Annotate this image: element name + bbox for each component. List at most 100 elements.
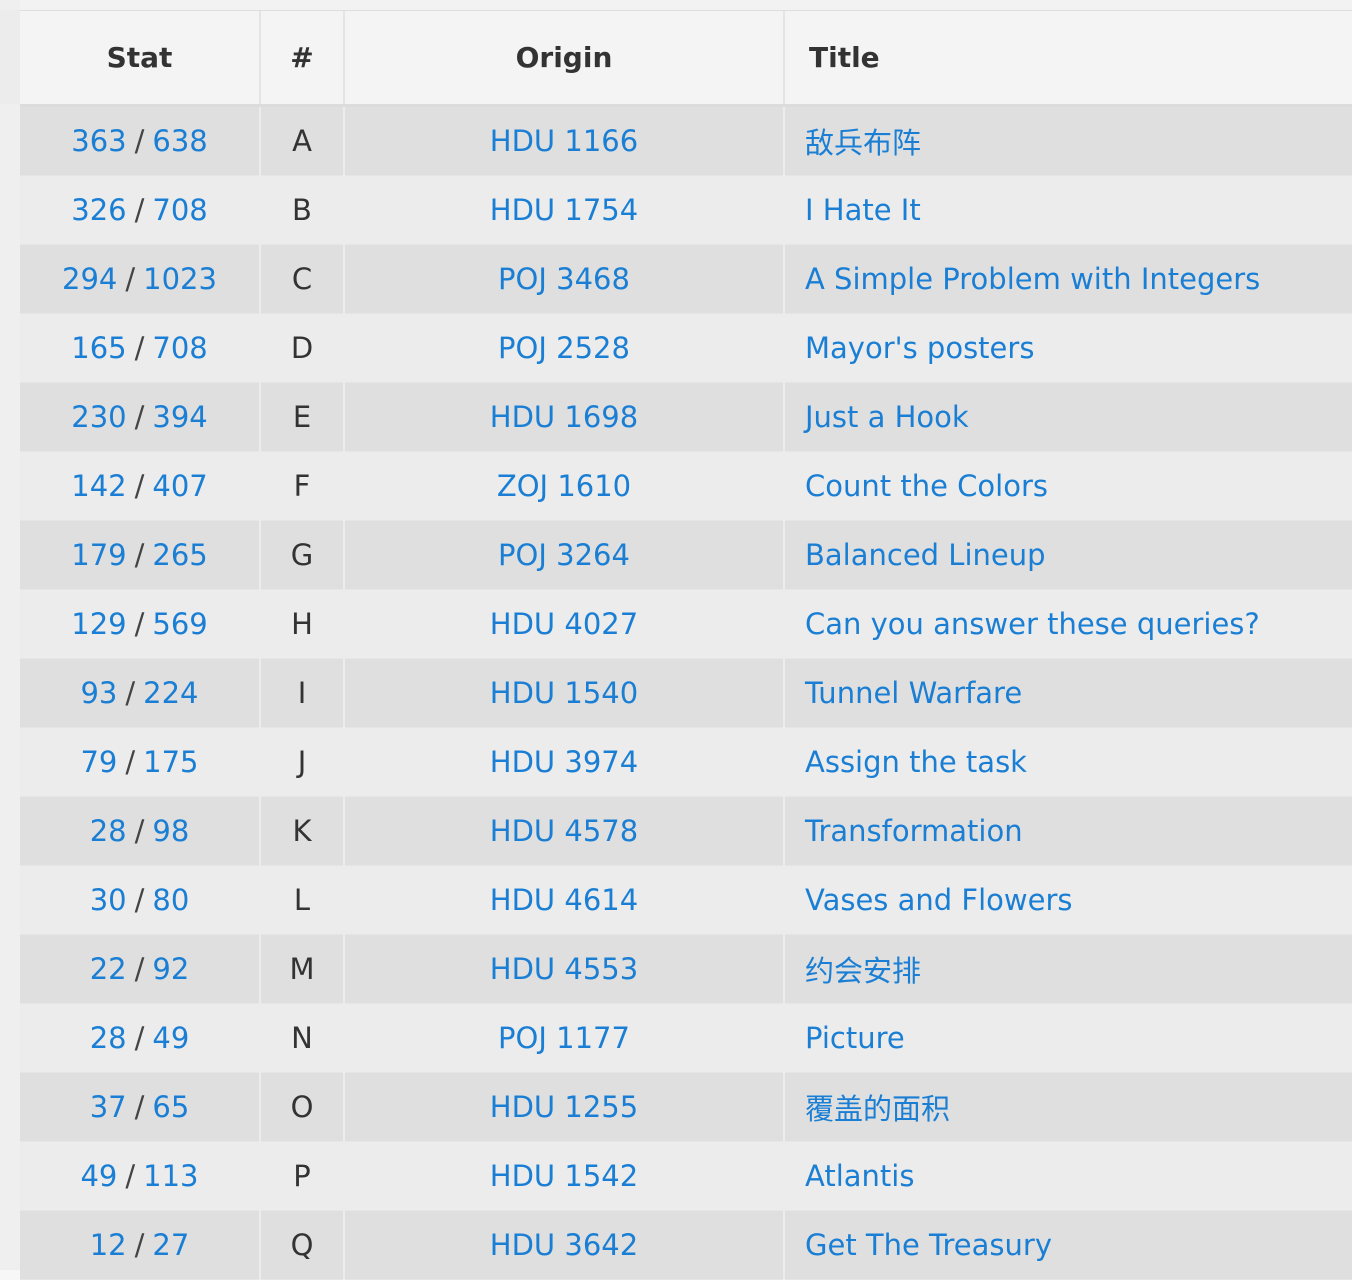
solved-count-link[interactable]: 142	[71, 469, 126, 503]
attempts-count-link[interactable]: 80	[152, 883, 189, 917]
solved-count-link[interactable]: 49	[80, 1159, 117, 1193]
attempts-count-link[interactable]: 65	[152, 1090, 189, 1124]
solved-count-link[interactable]: 22	[90, 952, 127, 986]
stat-cell: 326/708	[20, 175, 261, 245]
solved-count-link[interactable]: 30	[90, 883, 127, 917]
origin-link[interactable]: HDU 4553	[490, 952, 638, 986]
title-cell: 覆盖的面积	[784, 1072, 1352, 1142]
origin-link[interactable]: HDU 4614	[490, 883, 638, 917]
attempts-count-link[interactable]: 92	[152, 952, 189, 986]
solved-count-link[interactable]: 165	[71, 331, 126, 365]
attempts-count-link[interactable]: 98	[152, 814, 189, 848]
origin-link[interactable]: HDU 1540	[490, 676, 638, 710]
stat-separator: /	[134, 400, 145, 434]
problem-title-link[interactable]: A Simple Problem with Integers	[805, 262, 1260, 296]
attempts-count-link[interactable]: 569	[152, 607, 207, 641]
origin-cell: HDU 3974	[344, 727, 785, 797]
origin-link[interactable]: HDU 4027	[490, 607, 638, 641]
table-row: 30/80 L HDU 4614 Vases and Flowers	[20, 865, 1352, 935]
header-origin[interactable]: Origin	[344, 11, 785, 107]
origin-link[interactable]: POJ 2528	[498, 331, 630, 365]
solved-count-link[interactable]: 93	[80, 676, 117, 710]
title-cell: Assign the task	[784, 727, 1352, 797]
stat-cell: 230/394	[20, 382, 261, 452]
attempts-count-link[interactable]: 224	[143, 676, 198, 710]
attempts-count-link[interactable]: 27	[152, 1228, 189, 1262]
stat-separator: /	[134, 1021, 145, 1055]
origin-link[interactable]: HDU 1754	[490, 193, 638, 227]
solved-count-link[interactable]: 230	[71, 400, 126, 434]
origin-cell: HDU 3642	[344, 1210, 785, 1280]
attempts-count-link[interactable]: 175	[143, 745, 198, 779]
problem-title-link[interactable]: Vases and Flowers	[805, 883, 1073, 917]
problem-title-link[interactable]: Transformation	[805, 814, 1023, 848]
problem-title-link[interactable]: Atlantis	[805, 1159, 914, 1193]
problem-title-link[interactable]: Can you answer these queries?	[805, 607, 1260, 641]
table-row: 142/407 F ZOJ 1610 Count the Colors	[20, 451, 1352, 521]
table-row: 28/49 N POJ 1177 Picture	[20, 1003, 1352, 1073]
problem-title-link[interactable]: 约会安排	[805, 954, 921, 988]
origin-link[interactable]: POJ 3468	[498, 262, 630, 296]
attempts-count-link[interactable]: 407	[152, 469, 207, 503]
stat-cell: 28/49	[20, 1003, 261, 1073]
title-cell: Get The Treasury	[784, 1210, 1352, 1280]
stat-cell: 93/224	[20, 658, 261, 728]
origin-cell: HDU 1255	[344, 1072, 785, 1142]
header-title[interactable]: Title	[784, 11, 1352, 107]
stat-cell: 49/113	[20, 1141, 261, 1211]
problem-title-link[interactable]: 覆盖的面积	[805, 1092, 950, 1126]
solved-count-link[interactable]: 37	[90, 1090, 127, 1124]
problem-letter: P	[260, 1141, 345, 1211]
problem-title-link[interactable]: Balanced Lineup	[805, 538, 1046, 572]
origin-link[interactable]: HDU 1698	[490, 400, 638, 434]
solved-count-link[interactable]: 129	[71, 607, 126, 641]
attempts-count-link[interactable]: 49	[152, 1021, 189, 1055]
attempts-count-link[interactable]: 708	[152, 331, 207, 365]
origin-link[interactable]: HDU 4578	[490, 814, 638, 848]
problem-title-link[interactable]: Picture	[805, 1021, 905, 1055]
attempts-count-link[interactable]: 113	[143, 1159, 198, 1193]
solved-count-link[interactable]: 79	[80, 745, 117, 779]
origin-link[interactable]: HDU 1255	[490, 1090, 638, 1124]
solved-count-link[interactable]: 363	[71, 124, 126, 158]
problem-title-link[interactable]: Mayor's posters	[805, 331, 1034, 365]
solved-count-link[interactable]: 28	[90, 1021, 127, 1055]
origin-link[interactable]: HDU 1542	[490, 1159, 638, 1193]
origin-link[interactable]: HDU 3642	[490, 1228, 638, 1262]
attempts-count-link[interactable]: 394	[152, 400, 207, 434]
stat-separator: /	[134, 469, 145, 503]
problem-list-table: Stat # Origin Title 363/638 A HDU 1166 敌兵布阵…	[20, 11, 1352, 1280]
header-num[interactable]: #	[260, 11, 345, 107]
origin-link[interactable]: ZOJ 1610	[497, 469, 631, 503]
solved-count-link[interactable]: 294	[62, 262, 117, 296]
header-stat[interactable]: Stat	[20, 11, 261, 107]
origin-cell: HDU 4027	[344, 589, 785, 659]
origin-link[interactable]: HDU 3974	[490, 745, 638, 779]
attempts-count-link[interactable]: 708	[152, 193, 207, 227]
title-cell: 约会安排	[784, 934, 1352, 1004]
attempts-count-link[interactable]: 1023	[143, 262, 217, 296]
attempts-count-link[interactable]: 265	[152, 538, 207, 572]
stat-separator: /	[134, 1228, 145, 1262]
solved-count-link[interactable]: 12	[90, 1228, 127, 1262]
stat-separator: /	[134, 124, 145, 158]
problem-title-link[interactable]: Just a Hook	[805, 400, 969, 434]
origin-cell: HDU 4578	[344, 796, 785, 866]
origin-link[interactable]: POJ 3264	[498, 538, 630, 572]
problem-title-link[interactable]: I Hate It	[805, 193, 921, 227]
stat-separator: /	[125, 676, 136, 710]
problem-letter: I	[260, 658, 345, 728]
solved-count-link[interactable]: 326	[71, 193, 126, 227]
problem-title-link[interactable]: Tunnel Warfare	[805, 676, 1022, 710]
problem-title-link[interactable]: Count the Colors	[805, 469, 1048, 503]
problem-title-link[interactable]: Get The Treasury	[805, 1228, 1052, 1262]
solved-count-link[interactable]: 179	[71, 538, 126, 572]
problem-title-link[interactable]: 敌兵布阵	[805, 126, 921, 160]
origin-link[interactable]: POJ 1177	[498, 1021, 630, 1055]
solved-count-link[interactable]: 28	[90, 814, 127, 848]
problem-title-link[interactable]: Assign the task	[805, 745, 1027, 779]
title-cell: Balanced Lineup	[784, 520, 1352, 590]
attempts-count-link[interactable]: 638	[152, 124, 207, 158]
origin-link[interactable]: HDU 1166	[490, 124, 638, 158]
title-cell: Picture	[784, 1003, 1352, 1073]
